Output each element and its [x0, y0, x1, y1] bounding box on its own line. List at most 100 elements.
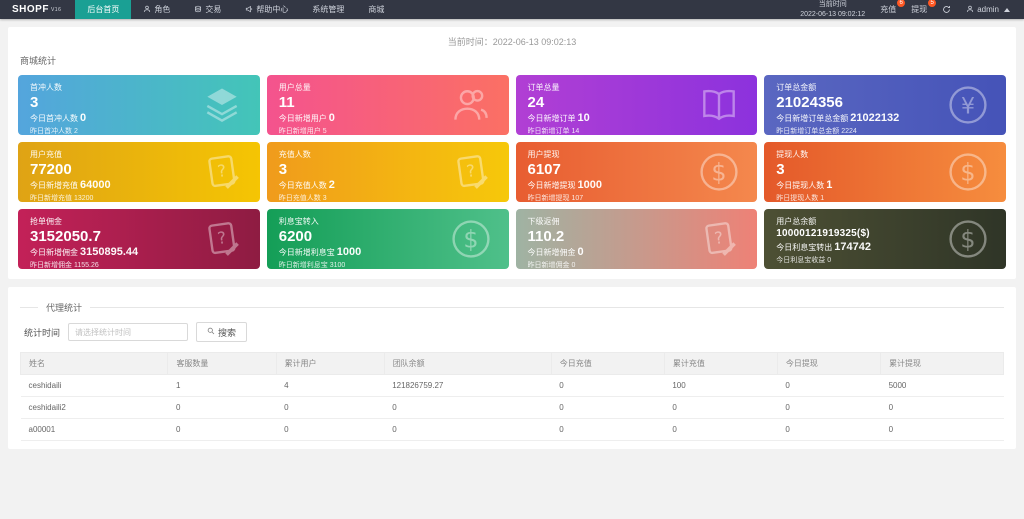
svg-text:?: ? — [216, 228, 227, 248]
book-icon — [697, 83, 741, 127]
table-row: ceshidaili 1 4 121826759.27 0 100 0 5000 — [20, 374, 1004, 397]
nav-item-home[interactable]: 后台首页 — [75, 0, 132, 19]
card-yesterday-line: 昨日新增充值 13200 — [30, 193, 248, 202]
card-yesterday-label: 今日利息宝收益 — [776, 256, 826, 264]
user-menu[interactable]: admin — [966, 5, 1010, 15]
card-today-label: 今日新增订单总金额 — [776, 114, 849, 124]
stat-card-total-orders: 订单总量 24 今日新增订单 10 昨日新增订单 14 — [515, 75, 758, 135]
stats-panel: 当前时间：2022-06-13 09:02:13 商城统计 首冲人数 3 今日首… — [8, 27, 1016, 279]
cell-today-recharge: 0 — [551, 374, 665, 397]
agent-panel: 代理统计 统计时间 搜索 姓名 客服数量 累计用户 团队余额 今日充值 — [8, 287, 1016, 449]
card-today-label: 今日提现人数 — [776, 181, 825, 191]
cell-total-withdraw: 0 — [880, 418, 1004, 441]
table-row: a00001 0 0 0 0 0 0 0 — [20, 418, 1004, 441]
svg-text:$: $ — [712, 158, 727, 186]
nav-system-label: 系统管理 — [312, 5, 345, 14]
card-yesterday-label: 昨日新增用户 — [278, 128, 321, 135]
svg-text:?: ? — [216, 161, 227, 181]
cell-total-users: 4 — [276, 374, 385, 397]
card-yesterday-value: 2 — [73, 128, 78, 135]
card-today-value: 64000 — [80, 179, 111, 192]
search-icon — [207, 327, 215, 337]
card-yesterday-line: 昨日充值人数 3 — [279, 193, 497, 202]
current-time: 当前时间：2022-06-13 09:02:13 — [8, 27, 1016, 52]
card-yesterday-line: 昨日新增利息宝 3100 — [279, 260, 497, 269]
agent-filter-row: 统计时间 搜索 — [24, 322, 1004, 342]
stat-card-total-balance: 用户总余额 10000121919325($) 今日利息宝转出 174742 今日… — [764, 209, 1006, 269]
topbar-right: 当前时间 2022-06-13 09:02:12 充值 6 提现 5 admin — [800, 0, 1024, 19]
card-yesterday-label: 昨日充值人数 — [278, 195, 321, 202]
col-team-balance: 团队余额 — [383, 352, 552, 375]
cell-total-recharge: 100 — [664, 374, 778, 397]
nav-help-label: 帮助中心 — [256, 5, 289, 14]
stat-card-grab-commission: 抢单佣金 3152050.7 今日新增佣金 3150895.44 昨日新增佣金 1… — [18, 209, 260, 269]
card-yesterday-value: 5 — [322, 128, 327, 135]
filter-time-label: 统计时间 — [24, 327, 61, 338]
refresh-button[interactable] — [942, 1, 951, 19]
card-today-value: 10 — [577, 112, 590, 125]
withdraw-link[interactable]: 提现 5 — [911, 0, 937, 15]
logo-text: SHOPF — [12, 4, 49, 15]
cell-name: ceshidaili — [20, 374, 168, 397]
clock-label: 当前时间 — [818, 1, 847, 9]
stats-section-title: 商城统计 — [20, 56, 57, 66]
search-button[interactable]: 搜索 — [196, 322, 248, 342]
cell-today-recharge: 0 — [551, 418, 665, 441]
table-header-row: 姓名 客服数量 累计用户 团队余额 今日充值 累计充值 今日提现 累计提现 — [19, 352, 1004, 375]
nav-item-system[interactable]: 系统管理 — [300, 0, 356, 19]
col-total-recharge: 累计充值 — [663, 352, 778, 375]
cell-total-withdraw: 0 — [880, 396, 1004, 419]
dollar-circle-icon: $ — [449, 217, 493, 261]
card-today-value: 21022132 — [850, 112, 900, 125]
card-yesterday-line: 昨日新增订单 14 — [528, 126, 746, 135]
megaphone-icon — [245, 5, 253, 15]
card-yesterday-value: 13200 — [73, 195, 94, 202]
svg-text:$: $ — [463, 225, 478, 253]
card-yesterday-value: 2224 — [841, 128, 857, 135]
col-today-recharge: 今日充值 — [550, 352, 665, 375]
col-today-withdraw: 今日提现 — [776, 352, 882, 375]
dollar-circle-icon: $ — [946, 150, 990, 194]
agent-section-title: 代理统计 — [38, 301, 91, 314]
nav-item-mall[interactable]: 商城 — [356, 0, 396, 19]
topbar-clock: 当前时间 2022-06-13 09:02:12 — [800, 0, 865, 19]
cell-today-withdraw: 0 — [777, 374, 881, 397]
card-today-value: 0 — [577, 246, 584, 259]
yen-circle-icon: ¥ — [946, 83, 990, 127]
refresh-icon — [942, 1, 951, 19]
nav-item-trade[interactable]: 交易 — [182, 0, 233, 19]
card-yesterday-line: 昨日新增佣金 0 — [528, 260, 746, 269]
card-yesterday-label: 昨日首冲人数 — [30, 128, 72, 135]
cell-today-withdraw: 0 — [777, 418, 881, 441]
nav-trade-label: 交易 — [205, 5, 222, 14]
dollar-circle-icon: $ — [946, 217, 990, 261]
app-logo: SHOPF V16 — [0, 0, 75, 19]
card-today-label: 今日新增佣金 — [527, 248, 576, 258]
cell-today-withdraw: 0 — [777, 396, 881, 419]
username: admin — [977, 5, 999, 14]
filter-time-input[interactable] — [68, 323, 189, 341]
user-icon — [966, 5, 974, 15]
layers-icon — [200, 83, 244, 127]
cell-name: ceshidaili2 — [20, 396, 168, 419]
cell-total-users: 0 — [276, 396, 385, 419]
svg-text:?: ? — [465, 161, 476, 181]
card-today-label: 今日利息宝转出 — [776, 242, 833, 252]
svg-text:$: $ — [960, 225, 975, 253]
main-nav: 后台首页 角色 交易 帮助中心 系统管理 商城 — [75, 0, 396, 19]
col-name: 姓名 — [19, 352, 169, 375]
nav-item-help[interactable]: 帮助中心 — [233, 0, 300, 19]
cell-total-withdraw: 5000 — [880, 374, 1004, 397]
col-cs-count: 客服数量 — [167, 352, 277, 375]
nav-mall-label: 商城 — [368, 5, 385, 14]
nav-item-roles[interactable]: 角色 — [131, 0, 182, 19]
stat-card-first-recharge-users: 首冲人数 3 今日首冲人数 0 昨日首冲人数 2 — [18, 75, 260, 135]
recharge-link[interactable]: 充值 6 — [880, 0, 906, 15]
stat-card-total-users: 用户总量 11 今日新增用户 0 昨日新增用户 5 — [266, 75, 509, 135]
table-row: ceshidaili2 0 0 0 0 0 0 0 — [20, 396, 1004, 419]
card-yesterday-value: 1 — [820, 195, 825, 202]
stat-cards-grid: 首冲人数 3 今日首冲人数 0 昨日首冲人数 2 用户总量 11 今日新增用户 0 … — [8, 75, 1016, 269]
card-yesterday-value: 3 — [322, 195, 327, 202]
card-today-value: 1 — [826, 179, 833, 192]
card-yesterday-label: 昨日新增订单 — [527, 128, 570, 135]
